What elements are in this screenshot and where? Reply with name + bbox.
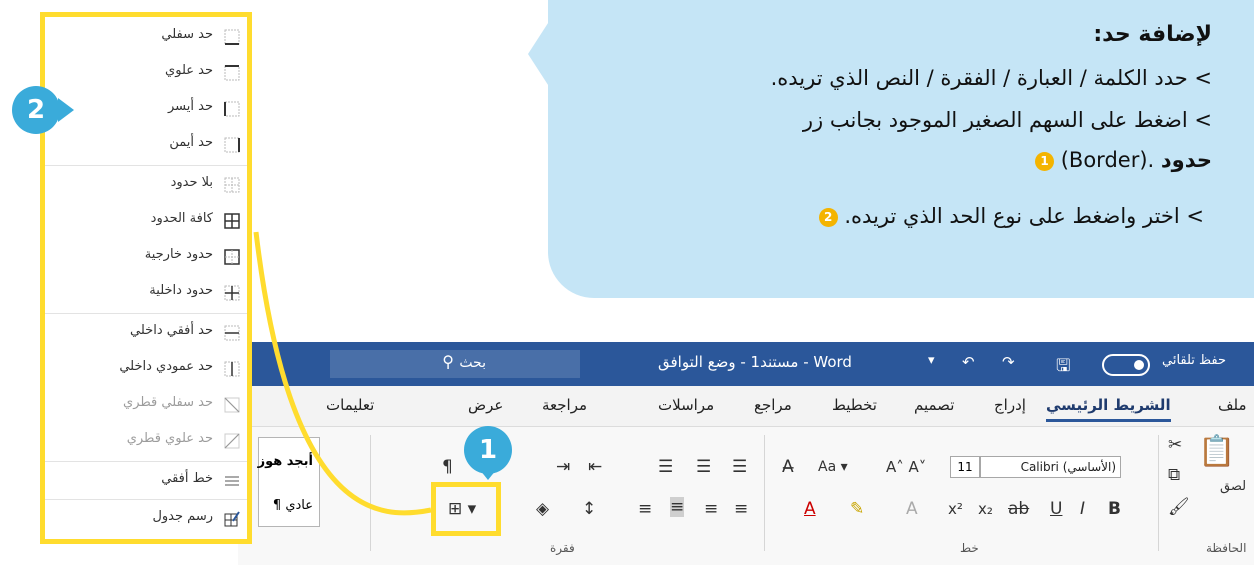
menu-separator xyxy=(45,313,247,314)
diagonal-up-border-icon xyxy=(224,433,240,449)
no-border-icon xyxy=(224,177,240,193)
top-border-icon xyxy=(224,65,240,81)
menu-item-draw-table[interactable]: رسم جدول xyxy=(45,501,247,537)
menu-item-label: حد أيمن xyxy=(169,135,213,150)
menu-item-diagonal-up-border: حد علوي قطري xyxy=(45,423,247,459)
menu-item-inside-vertical-border[interactable]: حد عمودي داخلي xyxy=(45,351,247,387)
menu-item-no-border[interactable]: بلا حدود xyxy=(45,167,247,203)
borders-dropdown-menu: حد سفلي حد علوي حد أيسر حد أيمن بلا حدود… xyxy=(40,12,252,544)
menu-item-label: حد أفقي داخلي xyxy=(130,323,213,338)
menu-item-horizontal-line[interactable]: خط أفقي xyxy=(45,463,247,499)
menu-item-label: كافة الحدود xyxy=(150,211,213,226)
menu-item-diagonal-down-border: حد سفلي قطري xyxy=(45,387,247,423)
inside-borders-icon xyxy=(224,285,240,301)
menu-item-top-border[interactable]: حد علوي xyxy=(45,55,247,91)
menu-separator xyxy=(45,165,247,166)
horizontal-line-icon xyxy=(225,476,239,486)
badge-2-pointer xyxy=(58,98,74,122)
menu-item-inside-horizontal-border[interactable]: حد أفقي داخلي xyxy=(45,315,247,351)
left-border-icon xyxy=(224,101,240,117)
step-badge-1: 1 xyxy=(464,426,512,474)
inside-vertical-border-icon xyxy=(224,361,240,377)
borders-button-highlight xyxy=(431,482,501,536)
all-borders-icon xyxy=(224,213,240,229)
menu-item-label: حد عمودي داخلي xyxy=(119,359,213,374)
diagonal-down-border-icon xyxy=(224,397,240,413)
inside-horizontal-border-icon xyxy=(224,325,240,341)
menu-item-label: بلا حدود xyxy=(170,175,213,190)
menu-item-label: حد سفلي xyxy=(161,27,213,42)
bottom-border-icon xyxy=(224,29,240,45)
menu-item-all-borders[interactable]: كافة الحدود xyxy=(45,203,247,239)
menu-item-label: حدود داخلية xyxy=(149,283,213,298)
menu-separator xyxy=(45,499,247,500)
draw-table-icon xyxy=(224,511,240,527)
outside-borders-icon xyxy=(224,249,240,265)
menu-item-outside-borders[interactable]: حدود خارجية xyxy=(45,239,247,275)
menu-item-inside-borders[interactable]: حدود داخلية xyxy=(45,275,247,311)
menu-item-label: رسم جدول xyxy=(152,509,213,524)
menu-item-label: حد أيسر xyxy=(168,99,213,114)
step-badge-2: 2 xyxy=(12,86,60,134)
menu-item-label: حد علوي xyxy=(165,63,213,78)
menu-item-left-border[interactable]: حد أيسر xyxy=(45,91,247,127)
menu-item-label: حد علوي قطري xyxy=(126,431,213,446)
menu-item-label: حد سفلي قطري xyxy=(123,395,213,410)
menu-item-label: خط أفقي xyxy=(161,471,213,486)
menu-item-right-border[interactable]: حد أيمن xyxy=(45,127,247,163)
menu-item-bottom-border[interactable]: حد سفلي xyxy=(45,19,247,55)
right-border-icon xyxy=(224,137,240,153)
menu-separator xyxy=(45,461,247,462)
menu-item-label: حدود خارجية xyxy=(144,247,213,262)
